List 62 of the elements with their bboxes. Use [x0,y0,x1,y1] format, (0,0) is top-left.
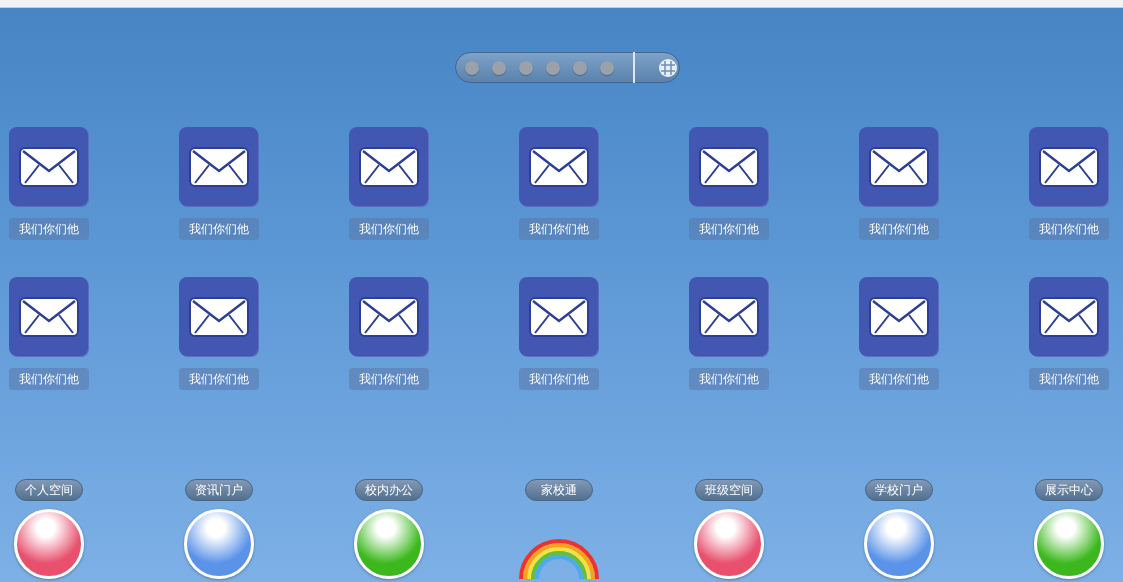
app-label: 我们你们他 [688,218,769,240]
app-label: 我们你们他 [178,218,259,240]
page-dot[interactable] [600,60,614,75]
mail-app-tile[interactable] [349,127,428,206]
mail-app-tile[interactable] [519,277,598,356]
dock-label[interactable]: 个人空间 [14,479,83,501]
app-label: 我们你们他 [8,218,89,240]
page-dot[interactable] [519,60,533,75]
app-label: 我们你们他 [1028,368,1109,390]
envelope-icon [528,146,589,187]
app-label: 我们你们他 [1028,218,1109,240]
app-label: 我们你们他 [858,368,939,390]
mail-app-tile[interactable] [689,127,768,206]
dock-label[interactable]: 展示中心 [1034,479,1103,501]
envelope-icon [1038,296,1099,337]
page-dot[interactable] [546,60,560,75]
envelope-icon [868,296,929,337]
page-dot[interactable] [573,60,587,75]
mail-app-tile[interactable] [179,277,258,356]
envelope-icon [188,296,249,337]
glossy-ball-icon[interactable] [183,509,254,579]
envelope-icon [18,296,79,337]
dock-label[interactable]: 学校门户 [864,479,933,501]
glossy-ball-icon[interactable] [693,509,764,579]
app-label: 我们你们他 [8,368,89,390]
app-label: 我们你们他 [178,368,259,390]
app-label: 我们你们他 [858,218,939,240]
envelope-icon [698,296,759,337]
page-dot[interactable] [465,60,479,75]
app-label: 我们你们他 [518,368,599,390]
mail-app-tile[interactable] [519,127,598,206]
glossy-ball-icon[interactable] [13,509,84,579]
dock-label[interactable]: 班级空间 [694,479,763,501]
app-label: 我们你们他 [688,368,769,390]
dock-label[interactable]: 家校通 [524,479,593,501]
mail-app-tile[interactable] [349,277,428,356]
mail-app-tile[interactable] [1029,127,1108,206]
page-dot[interactable] [492,60,506,75]
glossy-ball-icon[interactable] [1033,509,1104,579]
envelope-icon [18,146,79,187]
glossy-ball-icon[interactable] [353,509,424,579]
mail-app-tile[interactable] [859,127,938,206]
mail-app-tile[interactable] [1029,277,1108,356]
envelope-icon [698,146,759,187]
dock-label[interactable]: 校内办公 [354,479,423,501]
mail-app-tile[interactable] [859,277,938,356]
mail-app-tile[interactable] [9,277,88,356]
envelope-icon [358,146,419,187]
mail-app-tile[interactable] [9,127,88,206]
envelope-icon [1038,146,1099,187]
envelope-icon [188,146,249,187]
dock-label[interactable]: 资讯门户 [184,479,253,501]
envelope-icon [528,296,589,337]
mail-app-tile[interactable] [689,277,768,356]
app-label: 我们你们他 [348,368,429,390]
app-label: 我们你们他 [518,218,599,240]
envelope-icon [358,296,419,337]
app-label: 我们你们他 [348,218,429,240]
envelope-icon [868,146,929,187]
mail-app-tile[interactable] [179,127,258,206]
grid-icon[interactable] [658,57,678,78]
glossy-ball-icon[interactable] [863,509,934,579]
